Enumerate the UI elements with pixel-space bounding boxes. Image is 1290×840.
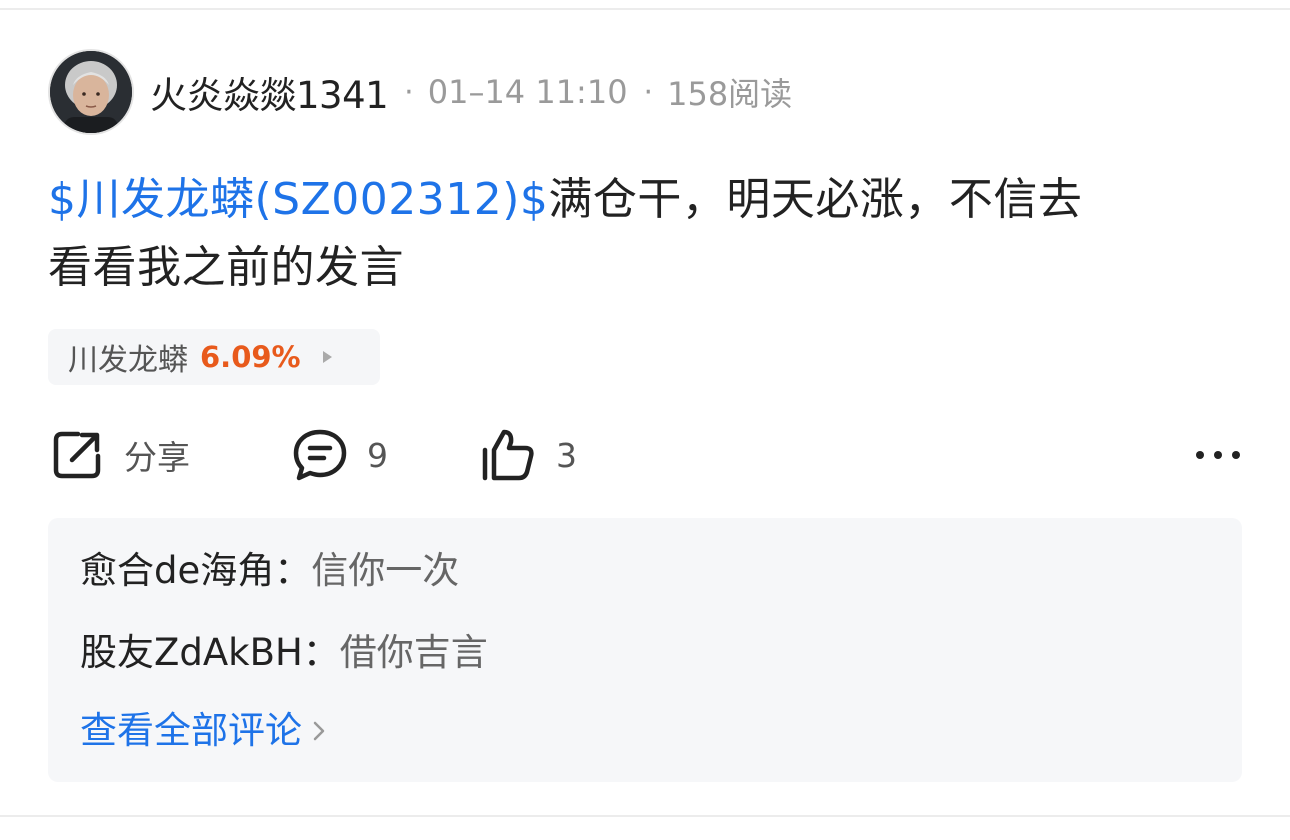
- view-all-comments-link[interactable]: 查看全部评论: [80, 706, 326, 756]
- stock-tag-link[interactable]: $川发龙蟒(SZ002312)$: [48, 174, 548, 225]
- comment-item[interactable]: 股友ZdAkBH：借你吉言: [80, 628, 488, 678]
- comment-button[interactable]: 9: [291, 420, 388, 490]
- like-button[interactable]: 3: [480, 420, 577, 490]
- action-bar: 分享 9 3: [48, 420, 1242, 490]
- post-header: 火炎焱燚1341 · 01–14 11:10 · 158阅读: [48, 48, 792, 136]
- more-options-button[interactable]: [1194, 420, 1242, 490]
- comment-text: 信你一次: [311, 549, 460, 592]
- like-count: 3: [556, 435, 577, 475]
- bottom-divider: [0, 815, 1290, 817]
- comment-user[interactable]: 愈合de海角: [80, 549, 274, 592]
- stock-quote-chip[interactable]: 川发龙蟒 6.09%: [48, 329, 380, 385]
- author-name[interactable]: 火炎焱燚1341: [150, 65, 389, 119]
- comment-count: 9: [367, 435, 388, 475]
- view-all-comments-label: 查看全部评论: [80, 709, 302, 752]
- post-timestamp: 01–14 11:10: [427, 73, 628, 111]
- comment-text: 借你吉言: [339, 631, 488, 674]
- comment-icon: [293, 429, 347, 481]
- view-count: 158阅读: [667, 75, 793, 113]
- avatar[interactable]: [48, 49, 134, 135]
- post-content[interactable]: $川发龙蟒(SZ002312)$满仓干，明天必涨，不信去 看看我之前的发言: [48, 166, 1238, 302]
- comments-preview: 愈合de海角：信你一次 股友ZdAkBH：借你吉言 查看全部评论: [48, 518, 1242, 782]
- avatar-image: [50, 51, 132, 133]
- meta-separator: ·: [404, 74, 414, 110]
- share-icon: [53, 431, 101, 479]
- stock-chip-name: 川发龙蟒: [68, 343, 188, 378]
- comment-item[interactable]: 愈合de海角：信你一次: [80, 546, 459, 596]
- top-divider: [0, 8, 1290, 10]
- post-text-line2: 看看我之前的发言: [48, 242, 404, 293]
- chevron-right-icon: [322, 351, 332, 363]
- comment-user[interactable]: 股友ZdAkBH: [80, 631, 303, 674]
- more-icon: [1196, 451, 1240, 459]
- stock-chip-change: 6.09%: [200, 340, 301, 374]
- comment-separator: ：: [274, 549, 312, 592]
- chevron-right-icon: [313, 721, 325, 741]
- comment-separator: ：: [302, 631, 340, 674]
- thumbs-up-icon: [482, 429, 534, 481]
- meta-separator: ·: [643, 74, 654, 110]
- share-label: 分享: [124, 438, 190, 477]
- post-text-line1: 满仓干，明天必涨，不信去: [548, 174, 1083, 225]
- share-button[interactable]: 分享: [48, 420, 190, 490]
